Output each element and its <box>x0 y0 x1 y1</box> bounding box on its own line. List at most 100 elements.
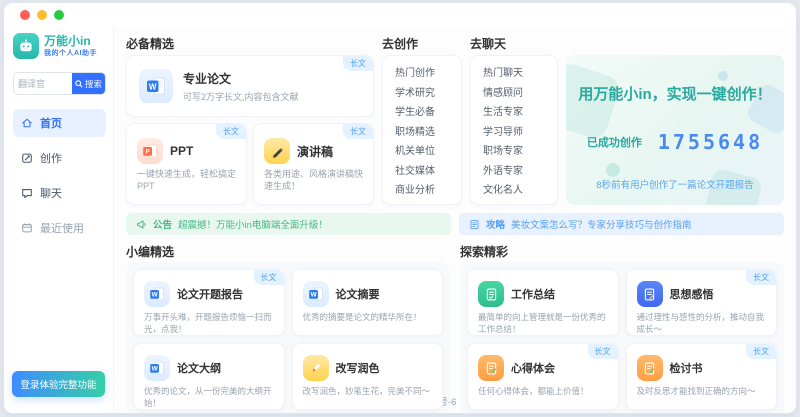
chat-nav-item[interactable]: 热门聊天 <box>483 64 557 84</box>
card-title: 思想感悟 <box>670 286 714 302</box>
create-nav-section: 去创作 热门创作 学术研究 学生必备 职场精选 机关单位 社交媒体 商业分析 <box>382 35 462 205</box>
svg-text:W: W <box>149 82 157 91</box>
card-title: 论文开题报告 <box>177 286 243 302</box>
card-professional-paper[interactable]: 长文 W 专业论文 可写2万字长文,内容包含文献 <box>126 55 374 117</box>
guide-tag: 攻略 <box>486 217 505 231</box>
doc-pen-icon <box>478 355 504 381</box>
search-bar: 搜索 <box>13 72 106 95</box>
card-experience-insight[interactable]: 长文 心得体会 任何心得体会，都能上价值！ <box>467 343 619 410</box>
card-title: 改写润色 <box>336 360 380 376</box>
create-nav-item[interactable]: 职场精选 <box>395 123 461 143</box>
promo-ticker: 8秒前有用户创作了一篇论文开题报告 <box>566 177 784 191</box>
card-desc: 最简单的向上管理就是一份优秀的工作总结！ <box>478 312 608 335</box>
long-text-badge: 长文 <box>254 270 284 285</box>
create-nav-item[interactable]: 机关单位 <box>395 142 461 162</box>
compose-icon <box>21 152 33 164</box>
featured-title: 必备精选 <box>126 35 374 51</box>
card-thesis-proposal[interactable]: 长文 W 论文开题报告 万事开头难，开题报告烦恼一扫而光，点我！ <box>133 269 285 336</box>
chat-nav-title: 去聊天 <box>470 35 558 51</box>
card-ppt[interactable]: 长文 P PPT 一键快速生成，轻松搞定PPT <box>126 123 247 205</box>
card-work-summary[interactable]: 工作总结 最简单的向上管理就是一份优秀的工作总结！ <box>467 269 619 336</box>
card-thesis-outline[interactable]: W 论文大纲 优秀的论文，从一份完美的大纲开始！ <box>133 343 285 410</box>
ppt-icon: P <box>137 138 163 164</box>
card-desc: 优秀的摘要是论文的精华所在！ <box>303 312 433 324</box>
recent-icon <box>21 222 33 234</box>
editor-picks-title: 小编精选 <box>126 243 450 259</box>
chat-nav-item[interactable]: 文化名人 <box>483 181 557 201</box>
card-title: 工作总结 <box>511 286 555 302</box>
sidebar-item-create[interactable]: 创作 <box>13 144 106 172</box>
guide-text: 美妆文案怎么写？专家分享技巧与创作指南 <box>511 217 692 231</box>
card-title: 论文大纲 <box>177 360 221 376</box>
create-nav-list: 热门创作 学术研究 学生必备 职场精选 机关单位 社交媒体 商业分析 <box>382 55 462 205</box>
promo-counter-label: 已成功创作 <box>587 134 642 150</box>
create-nav-item[interactable]: 商业分析 <box>395 181 461 201</box>
announcement-banner[interactable]: 公告 超震撼！万能小in电脑端全面升级！ <box>126 213 451 235</box>
search-button[interactable]: 搜索 <box>72 73 105 94</box>
editor-picks-section: 小编精选 长文 W 论文开题报告 万事开头难，开题报告烦恼一扫而光，点我！ <box>126 243 450 389</box>
card-desc: 万事开头难，开题报告烦恼一扫而光，点我！ <box>144 312 274 335</box>
sidebar-item-chat[interactable]: 聊天 <box>13 179 106 207</box>
long-text-badge: 长文 <box>746 344 776 359</box>
card-title: 演讲稿 <box>297 143 333 160</box>
search-input[interactable] <box>14 73 72 94</box>
chat-nav-item[interactable]: 情感顾问 <box>483 84 557 104</box>
card-desc: 改写润色，妙笔生花，完美不同～ <box>303 386 433 398</box>
create-nav-item[interactable]: 学生必备 <box>395 103 461 123</box>
robot-logo-icon <box>13 33 39 59</box>
home-icon <box>21 117 33 129</box>
card-speech-draft[interactable]: 长文 演讲稿 各类用途、风格演讲稿快速生成！ <box>253 123 374 205</box>
login-button[interactable]: 登录体验完整功能 <box>12 371 105 397</box>
long-text-badge: 长文 <box>216 124 246 139</box>
create-nav-item[interactable]: 学术研究 <box>395 84 461 104</box>
create-nav-item[interactable]: 热门创作 <box>395 64 461 84</box>
announcement-text: 超震撼！万能小in电脑端全面升级！ <box>178 217 328 231</box>
card-title: 论文摘要 <box>336 286 380 302</box>
chat-nav-item[interactable]: 职场专家 <box>483 142 557 162</box>
chat-nav-section: 去聊天 热门聊天 情感顾问 生活专家 学习导师 职场专家 外语专家 文化名人 <box>470 35 558 205</box>
chat-nav-item[interactable]: 生活专家 <box>483 103 557 123</box>
checklist-icon <box>478 281 504 307</box>
svg-text:W: W <box>152 292 159 299</box>
chat-nav-item[interactable]: 外语专家 <box>483 162 557 182</box>
create-nav-item[interactable]: 社交媒体 <box>395 162 461 182</box>
guide-doc-icon <box>469 219 480 230</box>
megaphone-icon <box>136 219 147 230</box>
guide-banner[interactable]: 攻略 美妆文案怎么写？专家分享技巧与创作指南 <box>459 213 784 235</box>
word-doc-icon: W <box>303 281 329 307</box>
card-desc: 一键快速生成，轻松搞定PPT <box>137 168 236 192</box>
sidebar-item-home[interactable]: 首页 <box>13 109 106 137</box>
chat-nav-item[interactable]: 学习导师 <box>483 123 557 143</box>
word-doc-icon: W <box>139 69 173 103</box>
brush-icon <box>303 355 329 381</box>
pen-icon <box>264 138 290 164</box>
chat-nav-list: 热门聊天 情感顾问 生活专家 学习导师 职场专家 外语专家 文化名人 <box>470 55 558 205</box>
card-desc: 及时反思才能找到正确的方向～ <box>637 386 767 398</box>
minimize-window-button[interactable] <box>37 10 47 20</box>
card-title: 检讨书 <box>670 360 703 376</box>
create-nav-title: 去创作 <box>382 35 462 51</box>
promo-banner: 用万能小in，实现一键创作！ 已成功创作 1755648 8秒前有用户创作了一篇… <box>566 55 784 205</box>
promo-title: 用万能小in，实现一键创作！ <box>566 83 784 104</box>
card-desc: 优秀的论文，从一份完美的大纲开始！ <box>144 386 274 409</box>
zoom-window-button[interactable] <box>54 10 64 20</box>
sidebar-item-recent[interactable]: 最近使用 <box>13 214 106 242</box>
long-text-badge: 长文 <box>588 344 618 359</box>
window-titlebar <box>4 3 796 27</box>
long-text-badge: 长文 <box>343 124 373 139</box>
card-thought-reflection[interactable]: 长文 思想感悟 通过理性与感性的分析，推动自我成长～ <box>626 269 778 336</box>
app-subtitle: 我的个人AI助手 <box>44 48 97 58</box>
promo-counter-value: 1755648 <box>658 130 763 154</box>
explore-section: 探索精彩 工作总结 最简单的向上管理就是一份优秀的工作总结！ <box>460 243 784 389</box>
sidebar-menu: 首页 创作 聊天 最近使用 <box>13 109 106 242</box>
close-window-button[interactable] <box>20 10 30 20</box>
long-text-badge: 长文 <box>343 56 373 71</box>
card-self-review[interactable]: 长文 检讨书 及时反思才能找到正确的方向～ <box>626 343 778 410</box>
announcement-tag: 公告 <box>153 217 172 231</box>
card-desc: 通过理性与感性的分析，推动自我成长～ <box>637 312 767 335</box>
card-rewrite-polish[interactable]: 改写润色 改写润色，妙笔生花，完美不同～ <box>292 343 444 410</box>
sidebar: 万能小in 我的个人AI助手 搜索 首页 创作 <box>4 27 114 413</box>
card-title: 心得体会 <box>511 360 555 376</box>
svg-text:W: W <box>152 366 159 373</box>
card-thesis-abstract[interactable]: W 论文摘要 优秀的摘要是论文的精华所在！ <box>292 269 444 336</box>
